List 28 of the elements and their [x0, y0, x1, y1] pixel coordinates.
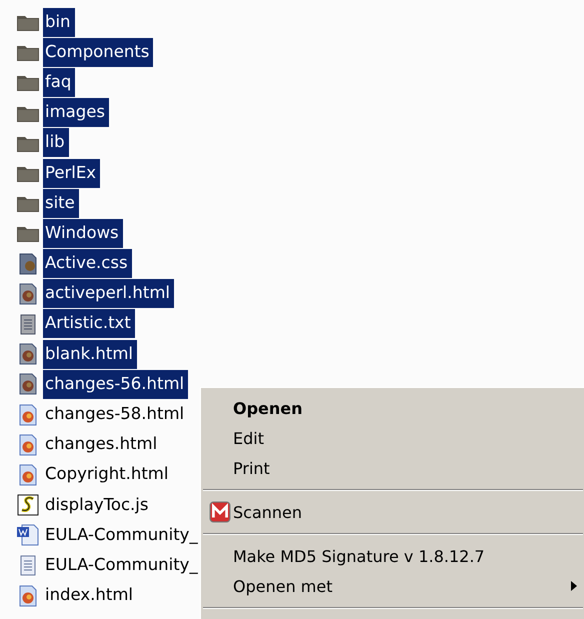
file-name[interactable]: site	[43, 188, 79, 218]
file-name[interactable]: images	[43, 98, 109, 128]
file-name[interactable]: blank.html	[43, 340, 138, 369]
file-name[interactable]: lib	[43, 128, 69, 158]
scanner-app-icon	[209, 501, 231, 523]
file-name[interactable]: Artistic.txt	[43, 309, 135, 338]
file-name[interactable]: index.html	[43, 581, 137, 610]
file-name[interactable]: faq	[43, 68, 76, 97]
menu-item[interactable]: Print	[201, 453, 577, 483]
file-name[interactable]: Copyright.html	[43, 460, 172, 490]
file-name[interactable]: changes.html	[43, 430, 162, 460]
menu-item[interactable]: Make MD5 Signature v 1.8.12.7	[201, 541, 577, 571]
menu-item[interactable]: Edit	[201, 423, 577, 453]
menu-item[interactable]: Openen	[201, 393, 577, 423]
file-name[interactable]: Active.css	[43, 249, 132, 278]
file-name[interactable]: EULA-Community_	[43, 550, 202, 580]
menu-item[interactable]: Scannen	[201, 497, 577, 527]
file-name[interactable]: Components	[43, 38, 154, 67]
file-name[interactable]: displayToc.js	[43, 490, 152, 520]
file-name[interactable]: PerlEx	[43, 158, 100, 188]
file-name[interactable]: changes-56.html	[43, 370, 188, 399]
menu-item[interactable]: Openen met	[201, 571, 577, 601]
submenu-arrow-icon	[571, 581, 577, 591]
file-name[interactable]: EULA-Community_	[43, 520, 202, 550]
file-name[interactable]: Windows	[43, 218, 123, 248]
file-name[interactable]: activeperl.html	[43, 279, 174, 308]
file-name[interactable]: changes-58.html	[43, 400, 188, 430]
file-name[interactable]: bin	[43, 8, 75, 37]
